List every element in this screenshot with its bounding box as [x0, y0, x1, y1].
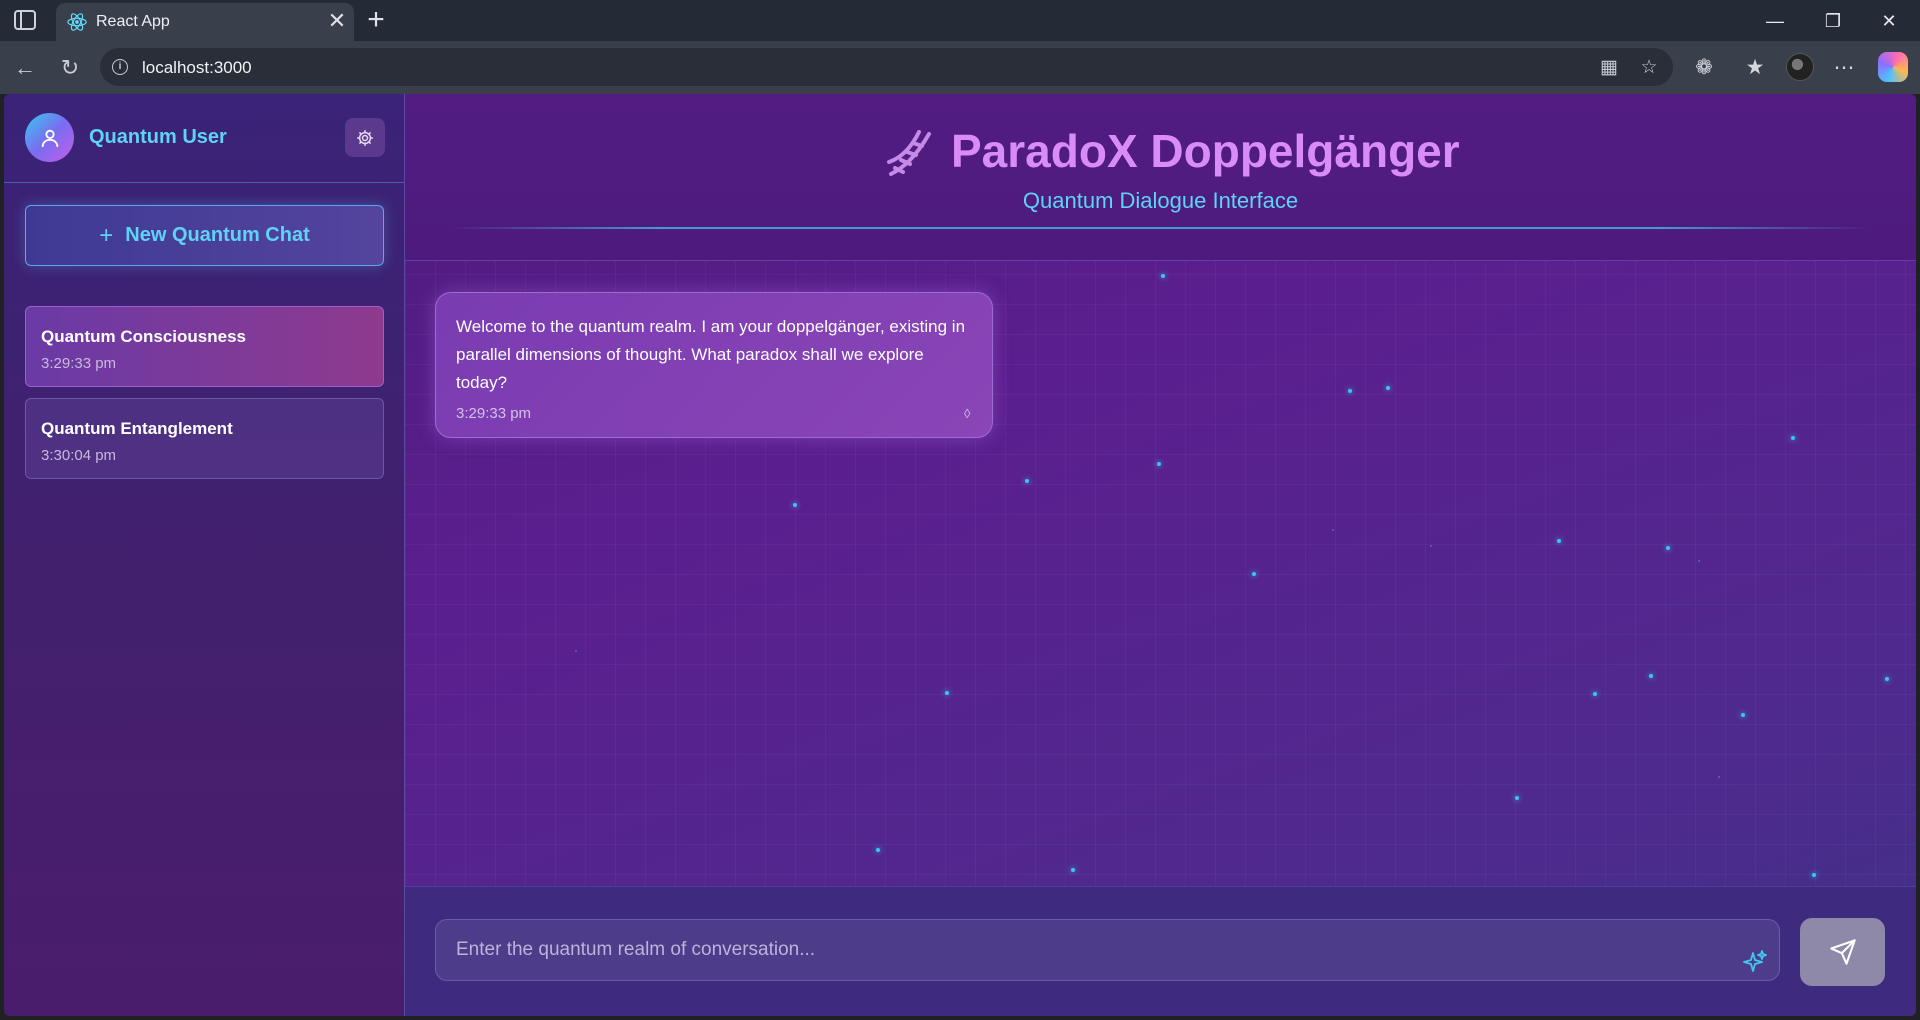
tab-title: React App — [96, 13, 170, 30]
app-subtitle: Quantum Dialogue Interface — [1022, 188, 1299, 213]
app-title: ParadoX Doppelgänger — [951, 125, 1460, 177]
new-tab-button[interactable]: + — [362, 4, 390, 36]
send-button[interactable] — [1800, 918, 1885, 986]
gear-icon — [357, 129, 373, 146]
particle — [1430, 545, 1432, 547]
particle — [1332, 529, 1334, 531]
particle — [1741, 713, 1745, 717]
send-icon — [1829, 939, 1856, 965]
browser-tab-bar: React App ✕ + — ❐ ✕ — [0, 0, 1920, 41]
new-chat-button[interactable]: + New Quantum Chat — [25, 205, 384, 266]
sidebar-header: Quantum User — [4, 94, 404, 183]
particle — [1698, 560, 1700, 562]
particle — [575, 650, 577, 652]
particle — [1161, 274, 1165, 278]
close-window-button[interactable]: ✕ — [1866, 6, 1912, 36]
message-input[interactable] — [435, 919, 1780, 981]
sidebar: Quantum User + New Quantum Chat Quantum … — [4, 94, 405, 1016]
chat-time: 3:30:04 pm — [41, 447, 117, 464]
profile-avatar[interactable] — [1786, 53, 1814, 81]
particle — [1593, 692, 1597, 696]
particle — [1649, 674, 1653, 678]
address-bar: ← ↻ i localhost:3000 ▦ ☆ ❁ ★ ⋯ — [0, 41, 1920, 94]
particle — [1252, 572, 1256, 576]
message-time: 3:29:33 pm — [456, 405, 532, 422]
chat-list-item[interactable]: Quantum Consciousness 3:29:33 pm — [25, 306, 384, 387]
particle — [1718, 776, 1720, 778]
favorite-star-icon[interactable]: ☆ — [1637, 56, 1661, 80]
header-divider — [450, 227, 1870, 229]
minimize-button[interactable]: — — [1752, 6, 1798, 36]
dna-icon — [887, 130, 931, 176]
favorites-icon[interactable]: ★ — [1740, 53, 1770, 83]
browser-tab[interactable]: React App ✕ — [56, 3, 354, 41]
back-icon[interactable]: ← — [10, 53, 40, 83]
user-icon — [41, 129, 58, 147]
particle — [1071, 868, 1075, 872]
react-icon — [67, 13, 87, 31]
app-available-icon[interactable]: ▦ — [1597, 56, 1621, 80]
chat-list-item[interactable]: Quantum Entanglement 3:30:04 pm — [25, 398, 384, 479]
message-text: Welcome to the quantum realm. I am your … — [456, 317, 966, 392]
site-info-icon[interactable]: i — [112, 59, 128, 75]
particle — [1812, 873, 1816, 877]
particle — [945, 691, 949, 695]
chat-title: Quantum Entanglement — [41, 419, 233, 438]
user-avatar — [25, 113, 74, 162]
more-menu-icon[interactable]: ⋯ — [1829, 53, 1859, 83]
composer — [405, 886, 1916, 1016]
sparkle-icon[interactable] — [1742, 949, 1768, 975]
particle — [1348, 389, 1352, 393]
particle — [1515, 796, 1519, 800]
diamond-icon: ◊ — [964, 406, 971, 421]
app-root: Quantum User + New Quantum Chat Quantum … — [4, 94, 1916, 1016]
particle — [1157, 462, 1161, 466]
chat-header: ParadoX Doppelgänger Quantum Dialogue In… — [405, 94, 1916, 261]
copilot-icon[interactable] — [1878, 52, 1908, 82]
reload-icon[interactable]: ↻ — [55, 53, 85, 83]
user-name: Quantum User — [89, 126, 227, 148]
new-chat-label: New Quantum Chat — [125, 224, 310, 246]
particle — [1666, 546, 1670, 550]
tab-close-icon[interactable]: ✕ — [326, 9, 348, 33]
sidebar-toggle-icon[interactable] — [14, 10, 36, 30]
particle — [1885, 677, 1889, 681]
particle — [876, 848, 880, 852]
particle — [793, 503, 797, 507]
particle — [1386, 386, 1390, 390]
chat-main: ParadoX Doppelgänger Quantum Dialogue In… — [405, 94, 1916, 1016]
message-bubble: Welcome to the quantum realm. I am your … — [435, 292, 993, 438]
particle — [1791, 436, 1795, 440]
url-text[interactable]: localhost:3000 — [142, 58, 252, 78]
url-field[interactable]: i localhost:3000 ▦ ☆ — [100, 48, 1673, 86]
particle — [1025, 479, 1029, 483]
plus-icon: + — [99, 221, 114, 249]
chat-title: Quantum Consciousness — [41, 327, 246, 346]
chat-time: 3:29:33 pm — [41, 355, 117, 372]
extensions-icon[interactable]: ❁ — [1689, 53, 1719, 83]
particle — [1557, 539, 1561, 543]
settings-button[interactable] — [345, 118, 385, 157]
maximize-button[interactable]: ❐ — [1810, 6, 1856, 36]
